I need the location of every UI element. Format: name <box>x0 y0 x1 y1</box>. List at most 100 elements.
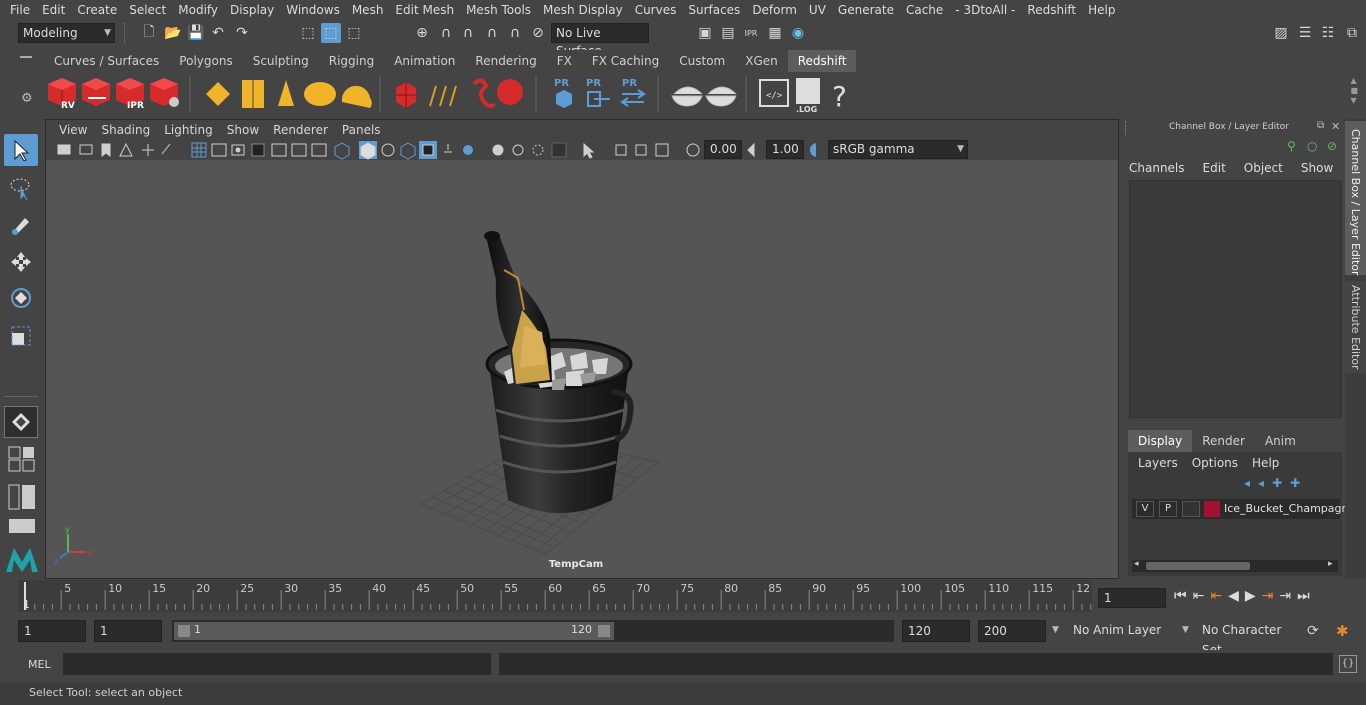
layer-menu-layers[interactable]: Layers <box>1138 456 1178 470</box>
snap-view-icon[interactable]: ∩ <box>482 23 502 43</box>
menu-windows[interactable]: Windows <box>280 3 346 17</box>
time-ruler[interactable]: 5 10 15 20 25 30 35 40 45 50 55 60 65 70 75 80 85 90 95 100… <box>18 580 1092 612</box>
animation-end-field[interactable]: 200 <box>978 620 1046 642</box>
range-slider-handle[interactable]: 1 120 <box>174 622 614 640</box>
menu-display[interactable]: Display <box>224 3 280 17</box>
layer-scrollbar[interactable]: ◂ ▸ <box>1132 559 1338 572</box>
layer-menu-options[interactable]: Options <box>1192 456 1238 470</box>
live-surface-field[interactable]: No Live Surface <box>551 23 649 58</box>
menu-uv[interactable]: UV <box>803 3 832 17</box>
script-editor-icon[interactable]: {} <box>1339 655 1357 673</box>
color-space-dropdown[interactable]: sRGB gamma ▼ <box>828 140 968 159</box>
menu-mesh-tools[interactable]: Mesh Tools <box>460 3 537 17</box>
layout-single-icon[interactable] <box>8 518 36 534</box>
channel-box-menu-channels[interactable]: Channels <box>1129 161 1185 175</box>
shelf-tab-curves-surfaces[interactable]: Curves / Surfaces <box>44 50 170 72</box>
redshift-shelf-icons[interactable]: RV IPR PR PR PR </> .LOG ? <box>44 72 864 116</box>
snap-curve-icon[interactable]: ∩ <box>436 23 456 43</box>
menu-curves[interactable]: Curves <box>629 3 683 17</box>
panel-menu-lighting[interactable]: Lighting <box>157 123 220 137</box>
channel-box-menu-edit[interactable]: Edit <box>1203 161 1226 175</box>
shelf-tab-polygons[interactable]: Polygons <box>169 50 243 72</box>
new-scene-icon[interactable]: 🗋 <box>139 23 159 43</box>
shelf-tab-fx[interactable]: FX <box>546 50 582 72</box>
channel-list[interactable] <box>1129 180 1342 418</box>
render-settings-icon[interactable]: ▣ <box>695 23 715 43</box>
shelf-settings-icon[interactable]: ⚙ <box>21 91 33 106</box>
layer-visibility-toggle[interactable]: V <box>1136 501 1154 517</box>
step-forward-key-icon[interactable]: ⇥ <box>1279 588 1291 604</box>
channel-box-filter-icon[interactable]: ⚲ <box>1287 139 1296 153</box>
channel-box-menu-show[interactable]: Show <box>1301 161 1333 175</box>
command-language-label[interactable]: MEL <box>28 658 51 671</box>
layer-tab-display[interactable]: Display <box>1128 430 1193 452</box>
move-layer-up-icon[interactable]: ◂ <box>1244 476 1250 490</box>
open-scene-icon[interactable]: 📂 <box>163 23 183 43</box>
undo-icon[interactable]: ↶ <box>208 23 228 43</box>
new-layer-selected-icon[interactable]: ✚ <box>1290 476 1300 490</box>
layer-tab-render[interactable]: Render <box>1192 430 1255 452</box>
shelf-tab-fx-caching[interactable]: FX Caching <box>581 50 670 72</box>
new-layer-icon[interactable]: ✚ <box>1272 476 1282 490</box>
viewport-scene[interactable]: x y z <box>46 160 1118 578</box>
animation-start-field[interactable]: 1 <box>18 620 86 642</box>
close-panel-icon[interactable]: ✕ <box>1331 120 1340 133</box>
shelf-tab-rigging[interactable]: Rigging <box>318 50 385 72</box>
attribute-editor-toggle-icon[interactable]: ☷ <box>1318 23 1338 43</box>
redo-icon[interactable]: ↷ <box>232 23 252 43</box>
menu-edit-mesh[interactable]: Edit Mesh <box>389 3 460 17</box>
shelf-collapse-icon[interactable] <box>20 56 32 58</box>
chevron-down-icon[interactable]: ▼ <box>1052 625 1059 635</box>
shelf-tab-redshift[interactable]: Redshift <box>787 50 857 72</box>
panel-menu-show[interactable]: Show <box>220 123 266 137</box>
menu-edit[interactable]: Edit <box>36 3 71 17</box>
workspace-icon[interactable]: ▨ <box>1271 23 1291 43</box>
shelf-scroll-icon[interactable]: ▲ ■ ▼ <box>1350 76 1358 106</box>
panel-drag-handle[interactable] <box>1125 121 1129 135</box>
move-tool-icon[interactable] <box>4 246 38 278</box>
rotate-tool-icon[interactable] <box>4 282 38 314</box>
panel-menu-view[interactable]: View <box>52 123 94 137</box>
chevron-down-icon[interactable]: ▼ <box>1182 625 1189 635</box>
go-to-end-icon[interactable]: ⏭ <box>1297 588 1310 604</box>
float-panel-icon[interactable]: ⧉ <box>1317 120 1324 131</box>
snap-surface-icon[interactable]: ∩ <box>505 23 525 43</box>
range-slider[interactable]: 1 120 <box>172 620 894 642</box>
layer-menu-help[interactable]: Help <box>1252 456 1279 470</box>
channel-box-toggle-icon[interactable]: ○ <box>1307 139 1317 153</box>
menu-mesh-display[interactable]: Mesh Display <box>537 3 629 17</box>
layer-row[interactable]: V P Ice_Bucket_Champagn <box>1132 499 1348 519</box>
last-tool-icon[interactable] <box>4 406 38 438</box>
go-to-start-icon[interactable]: ⏮ <box>1174 588 1187 604</box>
layers-toggle-icon[interactable]: ⧉ <box>1342 23 1362 43</box>
move-layer-down-icon[interactable]: ◂ <box>1258 476 1264 490</box>
save-scene-icon[interactable]: 💾 <box>186 23 206 43</box>
channel-box-menu-object[interactable]: Object <box>1244 161 1283 175</box>
menu-select[interactable]: Select <box>123 3 172 17</box>
menu-mesh[interactable]: Mesh <box>346 3 390 17</box>
shelf-tab-sculpting[interactable]: Sculpting <box>242 50 319 72</box>
current-frame-field[interactable]: 1 <box>1098 588 1166 608</box>
auto-key-icon[interactable]: ⟳ <box>1307 623 1319 639</box>
mode-dropdown[interactable]: Modeling ▼ <box>18 23 115 43</box>
layout-quad-icon[interactable] <box>8 446 36 472</box>
menu-surfaces[interactable]: Surfaces <box>682 3 746 17</box>
render-globe-icon[interactable]: ◉ <box>788 23 808 43</box>
tab-attribute-editor[interactable]: Attribute Editor <box>1345 281 1366 373</box>
scale-tool-icon[interactable] <box>4 320 38 352</box>
step-back-frame-icon[interactable]: ⇤ <box>1210 588 1222 604</box>
make-live-icon[interactable]: ⊘ <box>528 23 548 43</box>
menu-create[interactable]: Create <box>71 3 123 17</box>
animation-prefs-icon[interactable]: ✱ <box>1336 622 1349 640</box>
command-input[interactable] <box>63 653 491 675</box>
layer-playback-toggle[interactable]: P <box>1159 501 1177 517</box>
select-tool-icon[interactable] <box>4 134 38 166</box>
exposure-field[interactable]: 0.00 <box>704 140 742 159</box>
gamma-field[interactable]: 1.00 <box>766 140 804 159</box>
hypershade-icon[interactable]: ▦ <box>765 23 785 43</box>
shelf-tab-custom[interactable]: Custom <box>669 50 736 72</box>
layout-outliner-icon[interactable] <box>8 484 36 510</box>
menu-modify[interactable]: Modify <box>172 3 224 17</box>
play-backward-icon[interactable]: ◀ <box>1228 588 1239 604</box>
playback-start-field[interactable]: 1 <box>94 620 162 642</box>
